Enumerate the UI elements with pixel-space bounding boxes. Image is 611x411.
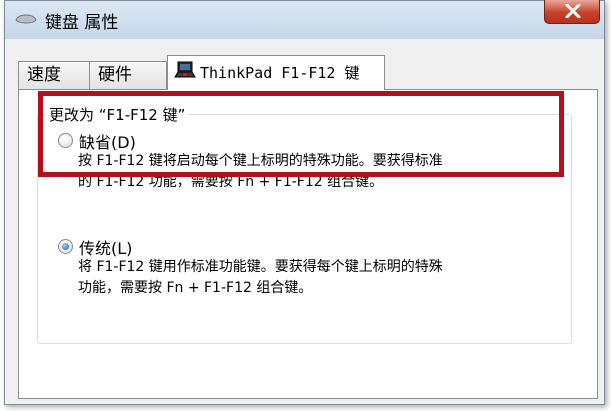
window-title: 键盘 属性 <box>45 13 119 33</box>
legacy-description-line2: 功能，需要按 Fn + F1-F12 组合键。 <box>78 280 313 296</box>
keyboard-properties-window: 键盘 属性 速度 硬件 ThinkPad F1-F12 键 更改为 “F1-F1… <box>4 0 605 405</box>
legacy-description-line1: 将 F1-F12 键用作标准功能键。要获得每个键上标明的特殊 <box>78 259 443 275</box>
close-button[interactable] <box>544 0 600 24</box>
tab-speed[interactable]: 速度 <box>18 61 90 89</box>
tab-hardware[interactable]: 硬件 <box>89 61 167 89</box>
tab-thinkpad-keys[interactable]: ThinkPad F1-F12 键 <box>167 55 385 90</box>
radio-legacy[interactable] <box>58 239 73 254</box>
annotation-highlight-box <box>38 91 564 177</box>
tab-thinkpad-label: ThinkPad F1-F12 键 <box>200 64 360 82</box>
keyboard-icon <box>15 14 37 24</box>
thinkpad-laptop-icon <box>174 61 196 78</box>
title-bar[interactable]: 键盘 属性 <box>5 0 604 39</box>
close-icon <box>565 4 581 18</box>
radio-legacy-label[interactable]: 传统(L) <box>79 235 132 259</box>
